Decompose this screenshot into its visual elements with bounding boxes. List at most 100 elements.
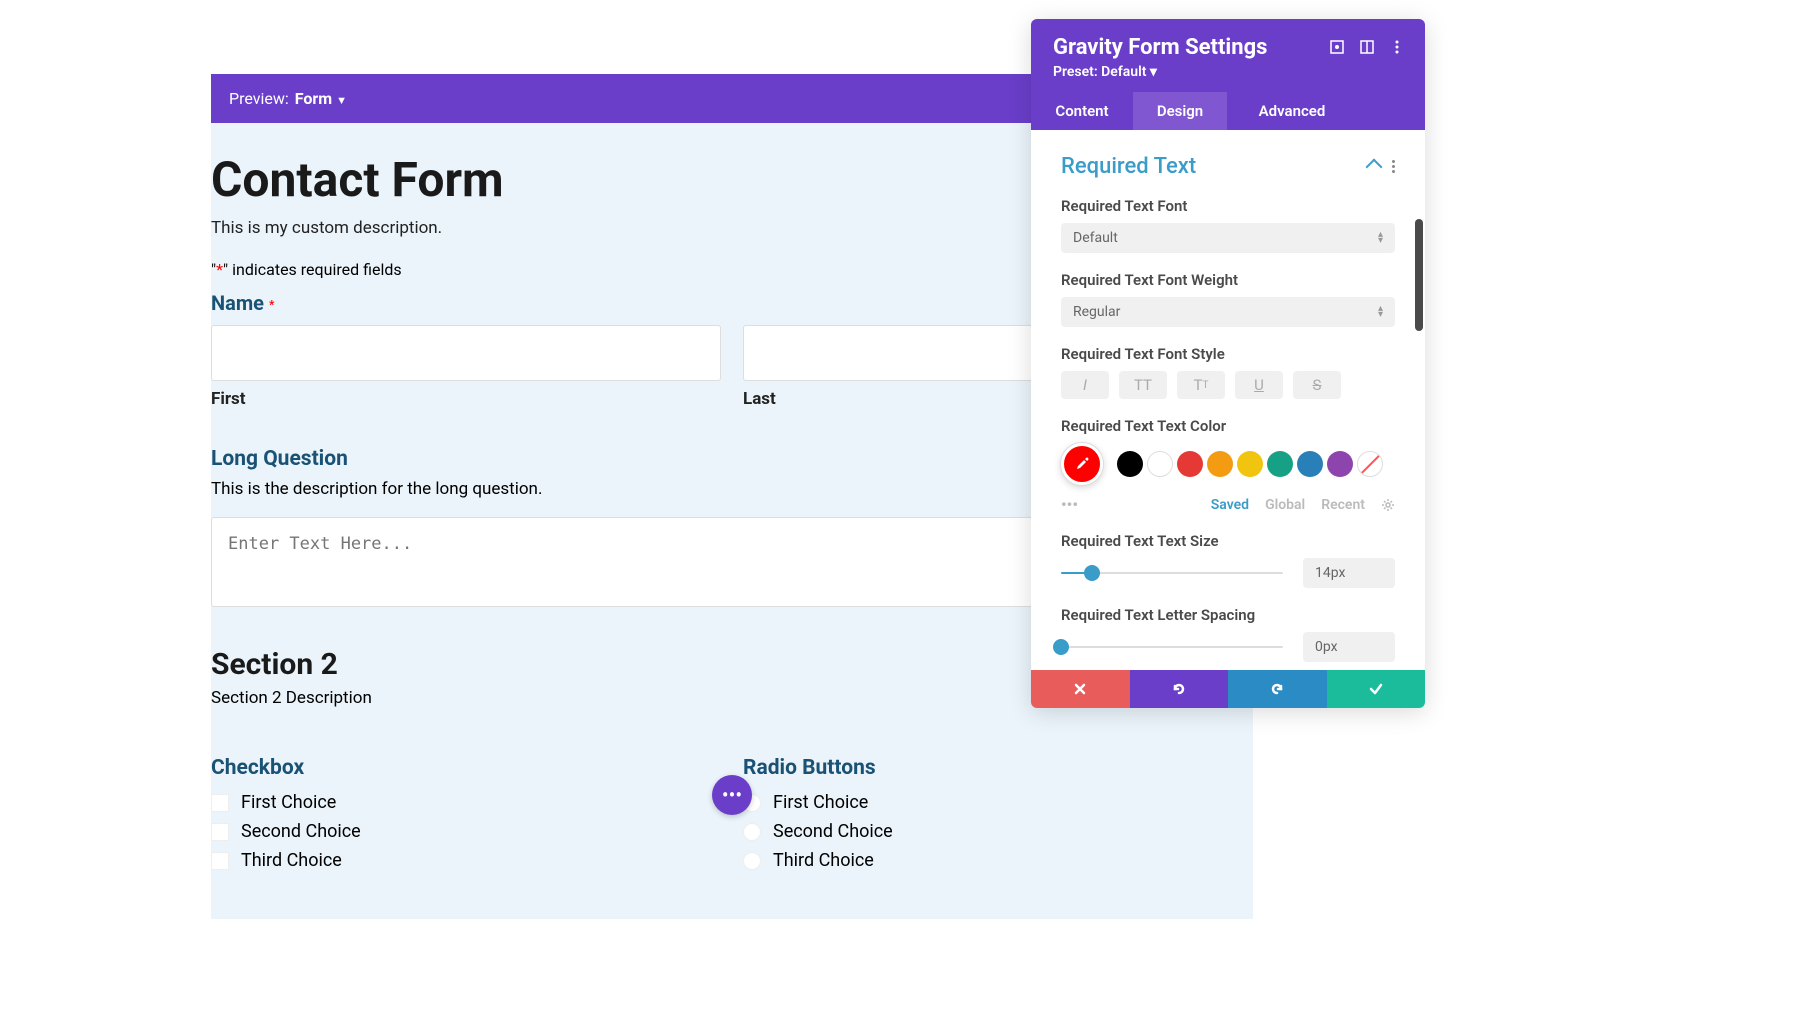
panel-footer bbox=[1031, 670, 1425, 708]
checkbox-label: Checkbox bbox=[211, 756, 721, 780]
name-label-text: Name bbox=[211, 291, 264, 315]
italic-button[interactable]: I bbox=[1061, 371, 1109, 399]
preview-value: Form bbox=[295, 89, 332, 108]
checkbox-item-label: Second Choice bbox=[241, 821, 361, 842]
color-swatch-yellow[interactable] bbox=[1237, 451, 1263, 477]
color-swatch-row bbox=[1061, 443, 1395, 485]
radio-item-label: First Choice bbox=[773, 792, 868, 813]
redo-button[interactable] bbox=[1228, 670, 1327, 708]
slider-thumb[interactable] bbox=[1084, 565, 1100, 581]
style-label: Required Text Font Style bbox=[1061, 345, 1395, 363]
checkbox-item-label: Third Choice bbox=[241, 850, 342, 871]
panel-header-icons bbox=[1329, 35, 1405, 55]
color-swatch-red[interactable] bbox=[1177, 451, 1203, 477]
check-icon bbox=[1368, 681, 1384, 697]
tab-design[interactable]: Design bbox=[1133, 92, 1227, 130]
color-swatch-purple[interactable] bbox=[1327, 451, 1353, 477]
color-meta-row: ••• Saved Global Recent bbox=[1061, 495, 1395, 514]
eyedropper-icon bbox=[1074, 456, 1090, 472]
panel-title: Gravity Form Settings bbox=[1053, 35, 1267, 60]
tab-content[interactable]: Content bbox=[1031, 92, 1133, 130]
style-button-row: I TT TT U S bbox=[1061, 371, 1395, 399]
req-star: * bbox=[216, 260, 223, 279]
color-tab-saved[interactable]: Saved bbox=[1211, 497, 1249, 513]
checkbox-item[interactable]: First Choice bbox=[211, 792, 721, 813]
panel-body: Required Text Required Text Font Default… bbox=[1031, 130, 1425, 670]
color-swatch-blue[interactable] bbox=[1297, 451, 1323, 477]
first-name-col: First bbox=[211, 325, 721, 409]
focus-icon[interactable] bbox=[1329, 39, 1345, 55]
slider-thumb[interactable] bbox=[1053, 639, 1069, 655]
required-star: * bbox=[269, 298, 274, 312]
redo-icon bbox=[1269, 681, 1285, 697]
weight-select-value: Regular bbox=[1073, 304, 1120, 320]
color-swatch-none[interactable] bbox=[1357, 451, 1383, 477]
radio-item[interactable]: Third Choice bbox=[743, 850, 1253, 871]
radio-label: Radio Buttons bbox=[743, 756, 1253, 780]
underline-button[interactable]: U bbox=[1235, 371, 1283, 399]
color-picker-button[interactable] bbox=[1061, 443, 1103, 485]
uppercase-button[interactable]: TT bbox=[1119, 371, 1167, 399]
panel-preset-dropdown[interactable]: Preset: Default ▾ bbox=[1053, 64, 1267, 80]
weight-select[interactable]: Regular ▴▾ bbox=[1061, 297, 1395, 327]
spacing-value-input[interactable]: 0px bbox=[1303, 632, 1395, 662]
color-swatch-orange[interactable] bbox=[1207, 451, 1233, 477]
save-button[interactable] bbox=[1327, 670, 1426, 708]
select-arrows-icon: ▴▾ bbox=[1378, 306, 1383, 318]
select-arrows-icon: ▴▾ bbox=[1378, 232, 1383, 244]
size-value-input[interactable]: 14px bbox=[1303, 558, 1395, 588]
cancel-button[interactable] bbox=[1031, 670, 1130, 708]
checkbox-item[interactable]: Third Choice bbox=[211, 850, 721, 871]
font-select[interactable]: Default ▴▾ bbox=[1061, 223, 1395, 253]
radio-item-label: Third Choice bbox=[773, 850, 874, 871]
checkbox-column: Checkbox First Choice Second Choice Thir… bbox=[211, 756, 721, 879]
columns-icon[interactable] bbox=[1359, 39, 1375, 55]
chevron-up-icon[interactable] bbox=[1366, 158, 1383, 175]
settings-panel: Gravity Form Settings Preset: Default ▾ … bbox=[1031, 19, 1425, 708]
caret-down-icon: ▼ bbox=[336, 94, 347, 107]
checkbox-box-icon bbox=[211, 823, 229, 841]
spacing-label: Required Text Letter Spacing bbox=[1061, 606, 1395, 624]
section-header-title: Required Text bbox=[1061, 154, 1196, 179]
preview-label: Preview: bbox=[229, 89, 289, 108]
color-tab-recent[interactable]: Recent bbox=[1321, 497, 1365, 513]
panel-tabs: Content Design Advanced bbox=[1031, 92, 1425, 130]
smallcaps-button[interactable]: TT bbox=[1177, 371, 1225, 399]
radio-item-label: Second Choice bbox=[773, 821, 893, 842]
size-slider[interactable] bbox=[1061, 572, 1283, 574]
strikethrough-button[interactable]: S bbox=[1293, 371, 1341, 399]
checkbox-item-label: First Choice bbox=[241, 792, 336, 813]
panel-header: Gravity Form Settings Preset: Default ▾ bbox=[1031, 19, 1425, 92]
first-name-input[interactable] bbox=[211, 325, 721, 381]
size-slider-row: 14px bbox=[1061, 558, 1395, 588]
radio-item[interactable]: First Choice bbox=[743, 792, 1253, 813]
more-horiz-icon[interactable]: ••• bbox=[1061, 495, 1078, 514]
checkbox-box-icon bbox=[211, 852, 229, 870]
more-vert-icon[interactable] bbox=[1389, 39, 1405, 55]
color-label: Required Text Text Color bbox=[1061, 417, 1395, 435]
color-swatch-black[interactable] bbox=[1117, 451, 1143, 477]
weight-label: Required Text Font Weight bbox=[1061, 271, 1395, 289]
font-label: Required Text Font bbox=[1061, 197, 1395, 215]
color-swatch-teal[interactable] bbox=[1267, 451, 1293, 477]
size-label: Required Text Text Size bbox=[1061, 532, 1395, 550]
more-vert-icon[interactable] bbox=[1392, 160, 1395, 173]
preview-dropdown[interactable]: Form ▼ bbox=[295, 89, 347, 108]
scrollbar-thumb[interactable] bbox=[1415, 219, 1423, 331]
radio-box-icon bbox=[743, 823, 761, 841]
undo-button[interactable] bbox=[1130, 670, 1229, 708]
radio-box-icon bbox=[743, 852, 761, 870]
spacing-slider[interactable] bbox=[1061, 646, 1283, 648]
radio-item[interactable]: Second Choice bbox=[743, 821, 1253, 842]
color-tab-global[interactable]: Global bbox=[1265, 497, 1305, 513]
tab-advanced[interactable]: Advanced bbox=[1227, 92, 1357, 130]
spacing-slider-row: 0px bbox=[1061, 632, 1395, 662]
gear-icon[interactable] bbox=[1381, 498, 1395, 512]
dots-horizontal-icon: ••• bbox=[722, 783, 742, 807]
color-swatch-white[interactable] bbox=[1147, 451, 1173, 477]
undo-icon bbox=[1171, 681, 1187, 697]
checkbox-item[interactable]: Second Choice bbox=[211, 821, 721, 842]
section-header[interactable]: Required Text bbox=[1061, 154, 1395, 179]
radio-column: Radio Buttons First Choice Second Choice… bbox=[743, 756, 1253, 879]
fab-more-button[interactable]: ••• bbox=[712, 775, 752, 815]
